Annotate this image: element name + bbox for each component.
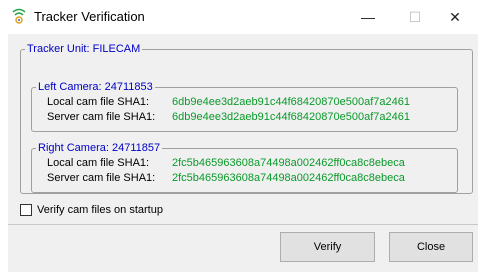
right-server-label: Server cam file SHA1: (47, 172, 156, 184)
verify-on-startup-option[interactable]: Verify cam files on startup (20, 204, 163, 216)
close-window-button[interactable]: ✕ (432, 0, 478, 34)
left-camera-legend: Left Camera: 24711853 (38, 81, 153, 93)
window-title: Tracker Verification (34, 9, 145, 24)
verify-on-startup-checkbox[interactable] (20, 204, 32, 216)
left-local-hash: 6db9e4ee3d2aeb91c44f68420870e500af7a2461 (172, 96, 410, 108)
dialog-body: Tracker Unit: FILECAM Left Camera: 24711… (8, 34, 478, 272)
tracker-unit-legend: Tracker Unit: FILECAM (27, 43, 141, 55)
minimize-button[interactable]: — (345, 0, 391, 34)
right-server-hash: 2fc5b465963608a74498a002462ff0ca8c8ebeca (172, 172, 405, 184)
right-camera-legend: Right Camera: 24711857 (38, 142, 161, 154)
left-server-label: Server cam file SHA1: (47, 111, 156, 123)
close-button[interactable]: Close (389, 232, 473, 262)
tracker-unit-group: Tracker Unit: FILECAM Left Camera: 24711… (20, 43, 473, 194)
right-local-hash: 2fc5b465963608a74498a002462ff0ca8c8ebeca (172, 157, 405, 169)
verify-button[interactable]: Verify (280, 232, 375, 262)
title-bar: Tracker Verification — ☐ ✕ (0, 0, 478, 34)
tracker-app-icon (12, 8, 26, 24)
left-local-label: Local cam file SHA1: (47, 96, 150, 108)
verify-on-startup-label: Verify cam files on startup (37, 204, 163, 216)
divider (8, 224, 478, 225)
right-local-label: Local cam file SHA1: (47, 157, 150, 169)
left-server-hash: 6db9e4ee3d2aeb91c44f68420870e500af7a2461 (172, 111, 410, 123)
